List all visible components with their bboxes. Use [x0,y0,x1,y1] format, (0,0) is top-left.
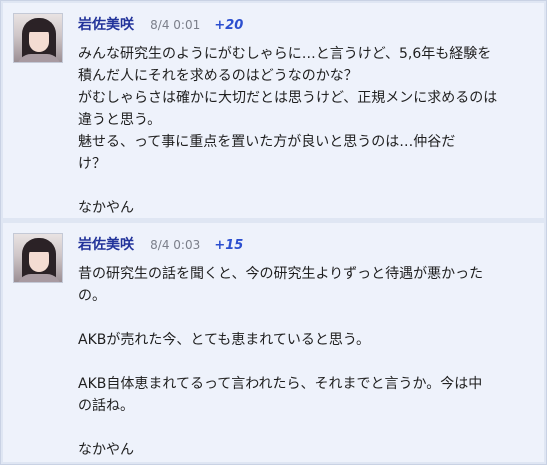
post-body: 昔の研究生の話を聞くと、今の研究生よりずっと待遇が悪かった の。 AKBが売れた… [78,263,533,461]
post-header: 岩佐美咲 8/4 0:01 +20 [78,15,243,35]
post-line: 違うと思う。 [78,112,162,128]
post-line: の話ね。 [78,398,134,414]
author-name[interactable]: 岩佐美咲 [78,17,134,33]
post-line: け？ [78,156,106,172]
avatar[interactable] [13,13,63,63]
post-line: AKBが売れた今、とても恵まれていると思う。 [78,332,370,348]
plus-count[interactable]: +20 [214,18,243,33]
avatar-shoulder [17,274,61,282]
post-line: AKB自体恵まれてるって言われたら、それまでと言うか。今は中 [78,376,483,392]
post-line: 積んだ人にそれを求めるのはどうなのかな？ [78,68,358,84]
post-line: みんな研究生のようにがむしゃらに…と言うけど、5,6年も経験を [78,46,492,62]
post-body: みんな研究生のようにがむしゃらに…と言うけど、5,6年も経験を 積んだ人にそれを… [78,43,533,219]
feed-container: 岩佐美咲 8/4 0:01 +20 みんな研究生のようにがむしゃらに…と言うけど… [0,0,547,465]
avatar-shoulder [17,54,61,62]
post-line: がむしゃらさは確かに大切だとは思うけど、正規メンに求めるのは [78,90,498,106]
author-name[interactable]: 岩佐美咲 [78,237,134,253]
post-card: 岩佐美咲 8/4 0:03 +15 昔の研究生の話を聞くと、今の研究生よりずっと… [3,223,544,462]
post-time[interactable]: 8/4 0:03 [150,238,200,252]
post-time[interactable]: 8/4 0:01 [150,18,200,32]
post-card: 岩佐美咲 8/4 0:01 +20 みんな研究生のようにがむしゃらに…と言うけど… [3,3,544,218]
post-line: 魅せる、って事に重点を置いた方が良いと思うのは…仲谷だ [78,134,456,150]
post-signature: なかやん [78,442,134,458]
post-line: の。 [78,288,106,304]
avatar[interactable] [13,233,63,283]
post-line: 昔の研究生の話を聞くと、今の研究生よりずっと待遇が悪かった [78,266,484,282]
post-signature: なかやん [78,200,134,216]
avatar-fringe [27,243,51,252]
post-header: 岩佐美咲 8/4 0:03 +15 [78,235,243,255]
avatar-fringe [27,23,51,32]
plus-count[interactable]: +15 [214,238,243,253]
